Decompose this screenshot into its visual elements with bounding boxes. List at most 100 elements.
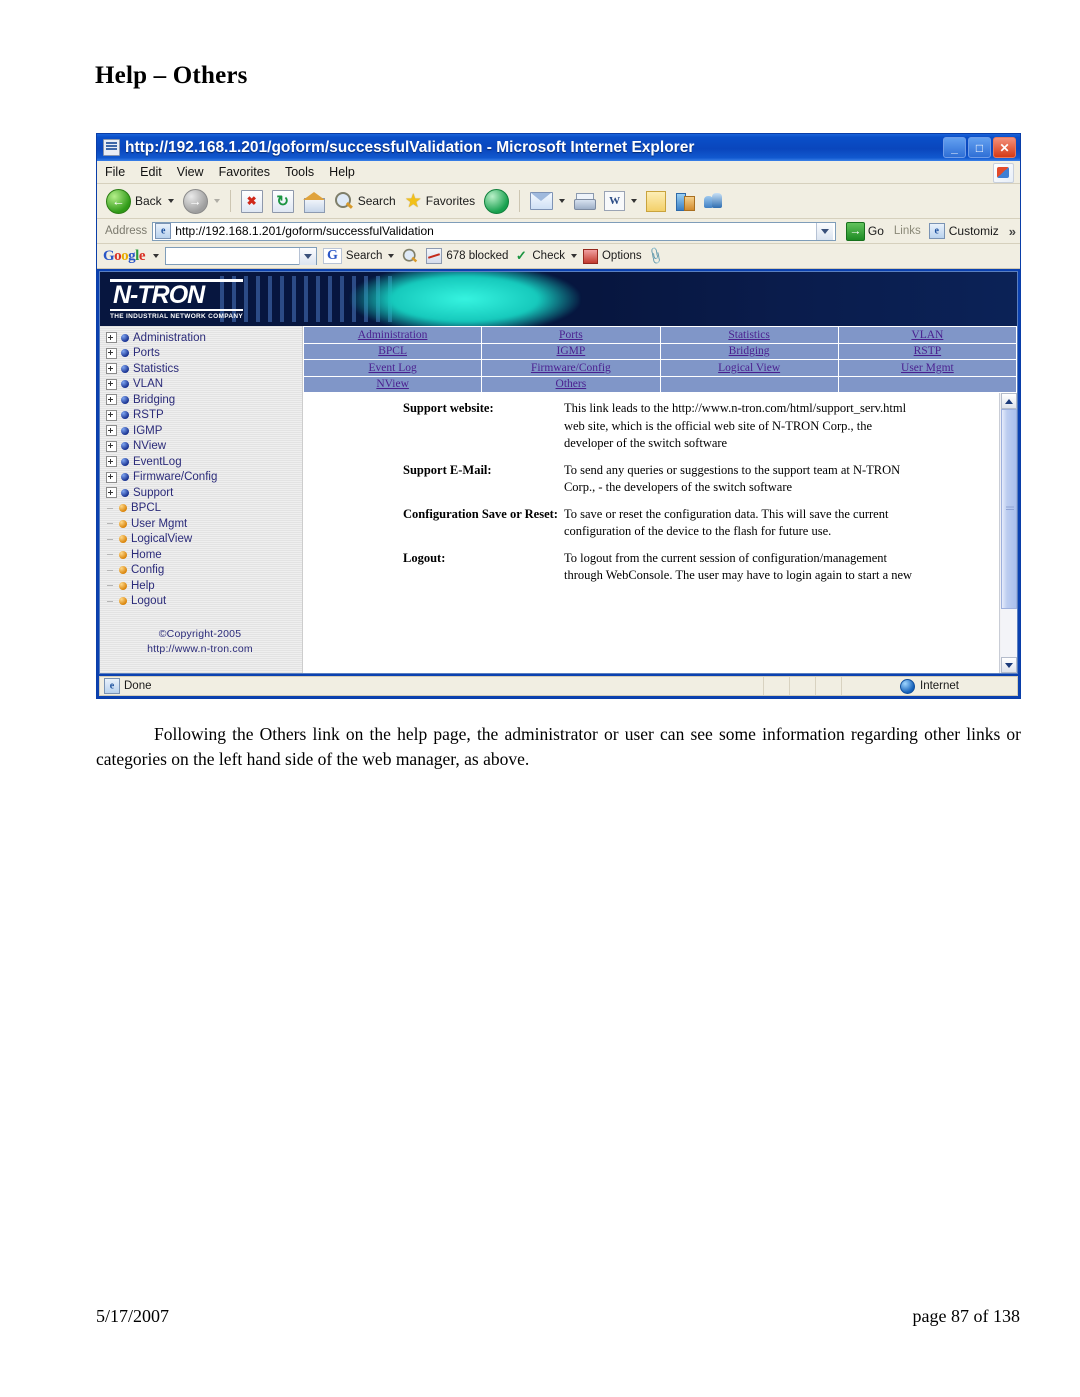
home-button[interactable] xyxy=(300,191,328,213)
minimize-button[interactable]: _ xyxy=(943,137,966,158)
expand-plus-icon[interactable] xyxy=(106,409,117,421)
link-grid-cell[interactable]: Bridging xyxy=(659,342,839,360)
edit-dropdown-caret-icon[interactable] xyxy=(631,199,638,203)
google-spellcheck-button[interactable]: ✓ Check xyxy=(514,249,577,263)
menu-item-edit[interactable]: Edit xyxy=(140,165,162,179)
popup-blocker-status[interactable]: 678 blocked xyxy=(426,248,508,264)
expand-plus-icon[interactable] xyxy=(106,332,117,344)
expand-plus-icon[interactable] xyxy=(106,347,117,359)
link-grid-cell[interactable]: Event Log xyxy=(302,359,483,377)
tree-item-rstp[interactable]: RSTP xyxy=(106,408,302,424)
expand-plus-icon[interactable] xyxy=(106,456,117,468)
google-history-dropdown-icon[interactable] xyxy=(299,247,317,265)
link-grid-cell[interactable]: Statistics xyxy=(659,326,839,344)
menu-item-tools[interactable]: Tools xyxy=(285,165,314,179)
grid-link-ports[interactable]: Ports xyxy=(559,329,583,341)
link-grid-cell[interactable]: Logical View xyxy=(659,359,839,377)
link-grid-cell[interactable]: Firmware/Config xyxy=(481,359,661,377)
close-button[interactable]: ✕ xyxy=(993,137,1016,158)
tree-item-support[interactable]: Support xyxy=(106,485,302,501)
google-search-caret-icon[interactable] xyxy=(388,254,395,258)
back-button[interactable]: ← Back xyxy=(103,188,177,214)
google-search-button[interactable]: G Search xyxy=(323,248,395,264)
grid-link-nview[interactable]: NView xyxy=(376,378,409,390)
grid-link-others[interactable]: Others xyxy=(556,378,587,390)
grid-link-bridging[interactable]: Bridging xyxy=(729,345,770,357)
scroll-up-button[interactable] xyxy=(1000,393,1017,409)
expand-plus-icon[interactable] xyxy=(106,394,117,406)
link-grid-cell[interactable]: Administration xyxy=(302,326,483,344)
link-grid-cell[interactable]: VLAN xyxy=(837,326,1017,344)
link-grid-cell[interactable]: IGMP xyxy=(481,342,661,360)
refresh-button[interactable] xyxy=(269,189,297,213)
links-label[interactable]: Links xyxy=(894,225,921,237)
search-button[interactable]: Search xyxy=(331,191,399,211)
grid-link-igmp[interactable]: IGMP xyxy=(556,345,585,357)
tree-item-administration[interactable]: Administration xyxy=(106,330,302,346)
maximize-button[interactable]: □ xyxy=(968,137,991,158)
link-grid-cell[interactable]: Others xyxy=(481,375,661,393)
grid-link-rstp[interactable]: RSTP xyxy=(914,345,942,357)
tree-item-ports[interactable]: Ports xyxy=(106,346,302,362)
grid-link-firmware-config[interactable]: Firmware/Config xyxy=(531,362,611,374)
tree-item-help[interactable]: Help xyxy=(106,578,302,594)
back-dropdown-caret-icon[interactable] xyxy=(167,199,174,203)
grid-link-logical-view[interactable]: Logical View xyxy=(718,362,780,374)
grid-link-administration[interactable]: Administration xyxy=(358,329,428,341)
expand-plus-icon[interactable] xyxy=(106,471,117,483)
expand-plus-icon[interactable] xyxy=(106,378,117,390)
address-dropdown-icon[interactable] xyxy=(815,222,833,240)
google-search-input[interactable] xyxy=(165,247,318,265)
forward-button[interactable]: → xyxy=(180,188,223,214)
grid-link-statistics[interactable]: Statistics xyxy=(728,329,770,341)
menu-item-view[interactable]: View xyxy=(177,165,204,179)
content-scrollbar[interactable] xyxy=(999,393,1017,673)
attachment-icon[interactable]: 📎 xyxy=(645,246,665,266)
tree-item-vlan[interactable]: VLAN xyxy=(106,377,302,393)
tree-item-config[interactable]: Config xyxy=(106,563,302,579)
scrollbar-thumb[interactable] xyxy=(1000,409,1017,609)
menu-item-file[interactable]: File xyxy=(105,165,125,179)
expand-plus-icon[interactable] xyxy=(106,487,117,499)
link-grid-cell[interactable]: Ports xyxy=(481,326,661,344)
print-button[interactable] xyxy=(571,192,598,210)
ntron-website-link[interactable]: http://www.n-tron.com xyxy=(106,642,294,657)
google-menu-caret-icon[interactable] xyxy=(153,254,160,258)
scrollbar-track[interactable] xyxy=(1000,409,1017,657)
toolbar-overflow-icon[interactable]: » xyxy=(1007,224,1016,239)
link-grid-cell[interactable]: User Mgmt xyxy=(837,359,1017,377)
scroll-down-button[interactable] xyxy=(1000,657,1017,673)
grid-link-event-log[interactable]: Event Log xyxy=(369,362,417,374)
grid-link-bpcl[interactable]: BPCL xyxy=(378,345,407,357)
tree-item-firmware-config[interactable]: Firmware/Config xyxy=(106,470,302,486)
tree-item-logicalview[interactable]: LogicalView xyxy=(106,532,302,548)
expand-plus-icon[interactable] xyxy=(106,425,117,437)
messenger-button[interactable] xyxy=(672,192,698,211)
tree-item-bridging[interactable]: Bridging xyxy=(106,392,302,408)
mail-button[interactable] xyxy=(527,192,568,210)
security-zone-indicator[interactable]: Internet xyxy=(842,678,1017,694)
tree-item-user-mgmt[interactable]: User Mgmt xyxy=(106,516,302,532)
tree-item-bpcl[interactable]: BPCL xyxy=(106,501,302,517)
tree-item-eventlog[interactable]: EventLog xyxy=(106,454,302,470)
google-highlight-icon[interactable] xyxy=(402,248,418,264)
favorites-button[interactable]: ★ Favorites xyxy=(402,192,478,211)
grid-link-user-mgmt[interactable]: User Mgmt xyxy=(901,362,954,374)
tree-item-nview[interactable]: NView xyxy=(106,439,302,455)
notes-button[interactable] xyxy=(643,190,669,212)
menu-item-favorites[interactable]: Favorites xyxy=(219,165,270,179)
tree-item-statistics[interactable]: Statistics xyxy=(106,361,302,377)
google-options-button[interactable]: Options xyxy=(582,248,642,264)
menu-item-help[interactable]: Help xyxy=(329,165,355,179)
customize-button[interactable]: Customiz xyxy=(926,223,1002,239)
tree-item-home[interactable]: Home xyxy=(106,547,302,563)
tree-item-logout[interactable]: Logout xyxy=(106,594,302,610)
media-button[interactable] xyxy=(481,188,512,214)
address-input[interactable]: http://192.168.1.201/goform/successfulVa… xyxy=(152,221,836,241)
stop-button[interactable] xyxy=(238,189,266,213)
link-grid-cell[interactable]: BPCL xyxy=(302,342,483,360)
expand-plus-icon[interactable] xyxy=(106,440,117,452)
tree-item-igmp[interactable]: IGMP xyxy=(106,423,302,439)
grid-link-vlan[interactable]: VLAN xyxy=(911,329,943,341)
link-grid-cell[interactable]: NView xyxy=(302,375,483,393)
